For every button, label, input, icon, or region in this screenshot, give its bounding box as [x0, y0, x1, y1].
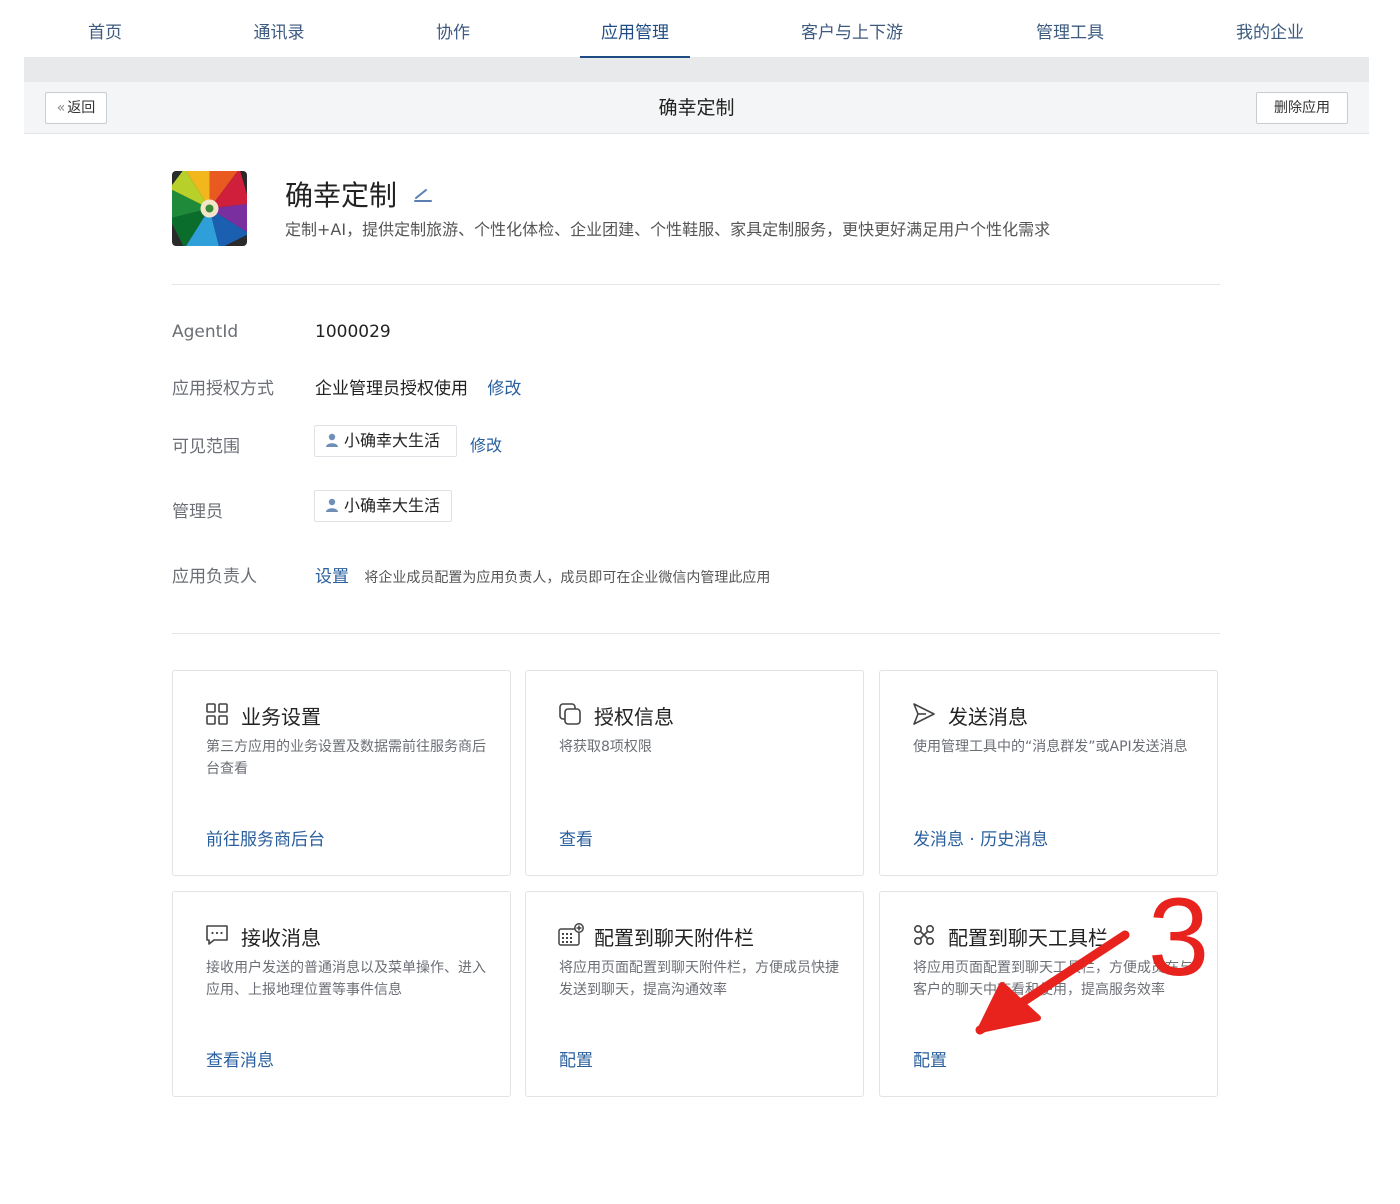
tab-app-management[interactable]: 应用管理	[580, 0, 690, 59]
card-title: 配置到聊天附件栏	[594, 926, 754, 950]
view-permissions-link[interactable]: 查看	[559, 830, 593, 850]
card-description: 第三方应用的业务设置及数据需前往服务商后台查看	[206, 739, 486, 777]
card-chat-toolbar: 配置到聊天工具栏 将应用页面配置到聊天工具栏，方便成员在与客户的聊天中查看和使用…	[879, 891, 1218, 1097]
tab-collaboration[interactable]: 协作	[424, 0, 482, 58]
link-separator: ·	[964, 830, 981, 850]
tab-home[interactable]: 首页	[74, 0, 136, 58]
auth-method-edit-link[interactable]: 修改	[487, 379, 521, 399]
send-message-link[interactable]: 发消息	[913, 830, 964, 850]
app-owner-row: 设置 将企业成员配置为应用负责人，成员即可在企业微信内管理此应用	[315, 562, 770, 587]
nav-separator-bar	[24, 58, 1369, 82]
auth-method-label: 应用授权方式	[172, 379, 274, 399]
visible-scope-edit-link[interactable]: 修改	[470, 432, 502, 456]
top-navigation: 首页 通讯录 协作 应用管理 客户与上下游 管理工具 我的企业	[24, 0, 1369, 59]
auth-method-value: 企业管理员授权使用 修改	[315, 374, 521, 399]
edit-pencil-icon[interactable]	[412, 184, 434, 204]
tab-contacts[interactable]: 通讯录	[244, 0, 314, 58]
back-button-label: 返回	[67, 100, 96, 116]
goto-provider-backend-link[interactable]: 前往服务商后台	[206, 830, 325, 850]
person-icon	[326, 498, 338, 512]
card-title: 配置到聊天工具栏	[948, 926, 1108, 950]
app-description: 定制+AI，提供定制旅游、个性化体检、企业团建、个性鞋服、家具定制服务，更快更好…	[285, 220, 1051, 239]
card-business-settings: 业务设置 第三方应用的业务设置及数据需前往服务商后台查看 前往服务商后台	[172, 670, 511, 876]
card-description: 使用管理工具中的“消息群发”或API发送消息	[913, 739, 1188, 755]
card-title: 发送消息	[948, 705, 1028, 729]
admin-value: 小确幸大生活	[344, 496, 441, 515]
keyboard-add-icon	[558, 923, 584, 947]
card-chat-attachment-bar: 配置到聊天附件栏 将应用页面配置到聊天附件栏，方便成员快捷发送到聊天，提高沟通效…	[525, 891, 864, 1097]
card-description: 将应用页面配置到聊天附件栏，方便成员快捷发送到聊天，提高沟通效率	[559, 960, 839, 998]
double-chevron-left-icon: «	[56, 100, 66, 116]
agentid-value: 1000029	[315, 322, 391, 342]
grid-icon	[205, 702, 229, 726]
app-logo	[172, 171, 247, 246]
section-divider	[172, 633, 1220, 634]
person-icon	[326, 433, 338, 447]
back-button[interactable]: «返回	[45, 92, 107, 124]
section-divider	[172, 284, 1220, 285]
visible-scope-chip: 小确幸大生活	[314, 425, 457, 457]
agentid-label: AgentId	[172, 322, 239, 342]
configure-toolbar-link[interactable]: 配置	[913, 1051, 947, 1071]
card-title: 接收消息	[241, 926, 321, 950]
visible-scope-label: 可见范围	[172, 437, 240, 457]
chat-bubble-icon	[205, 923, 229, 947]
app-owner-hint: 将企业成员配置为应用负责人，成员即可在企业微信内管理此应用	[364, 570, 771, 586]
admin-chip: 小确幸大生活	[314, 490, 452, 522]
tab-my-enterprise[interactable]: 我的企业	[1224, 0, 1316, 58]
card-description: 接收用户发送的普通消息以及菜单操作、进入应用、上报地理位置等事件信息	[206, 960, 486, 998]
card-receive-message: 接收消息 接收用户发送的普通消息以及菜单操作、进入应用、上报地理位置等事件信息 …	[172, 891, 511, 1097]
send-icon	[912, 702, 936, 726]
configure-attachment-bar-link[interactable]: 配置	[559, 1051, 593, 1071]
admin-label: 管理员	[172, 502, 223, 522]
card-description: 将获取8项权限	[559, 739, 652, 755]
app-owner-label: 应用负责人	[172, 567, 257, 587]
card-description: 将应用页面配置到聊天工具栏，方便成员在与客户的聊天中查看和使用，提高服务效率	[913, 960, 1193, 998]
visible-scope-value: 小确幸大生活	[344, 431, 441, 450]
card-title: 业务设置	[241, 705, 321, 729]
view-messages-link[interactable]: 查看消息	[206, 1051, 274, 1071]
delete-app-button[interactable]: 删除应用	[1256, 92, 1348, 124]
card-authorization-info: 授权信息 将获取8项权限 查看	[525, 670, 864, 876]
page-header: 确幸定制 «返回 删除应用	[24, 82, 1369, 134]
message-history-link[interactable]: 历史消息	[980, 830, 1048, 850]
tools-icon	[912, 923, 936, 947]
tab-customers-partners[interactable]: 客户与上下游	[792, 0, 912, 58]
copy-icon	[558, 702, 582, 726]
tab-admin-tools[interactable]: 管理工具	[1024, 0, 1116, 58]
page-title: 确幸定制	[658, 97, 735, 119]
card-title: 授权信息	[594, 705, 674, 729]
app-name: 确幸定制	[285, 179, 398, 212]
auth-method-text: 企业管理员授权使用	[315, 379, 468, 399]
card-send-message: 发送消息 使用管理工具中的“消息群发”或API发送消息 发消息 · 历史消息	[879, 670, 1218, 876]
app-owner-set-link[interactable]: 设置	[315, 567, 349, 587]
